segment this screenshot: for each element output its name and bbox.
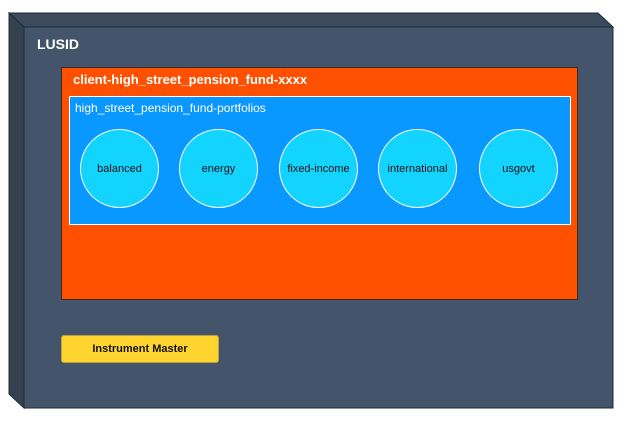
portfolio-international[interactable]: international [378, 129, 457, 208]
portfolio-fixed-income[interactable]: fixed-income [279, 129, 358, 208]
portfolio-scope-container[interactable]: high_street_pension_fund-portfolios bala… [69, 96, 571, 225]
tenant-title: client-high_street_pension_fund-xxxx [73, 72, 308, 87]
portfolio-balanced[interactable]: balanced [80, 129, 159, 208]
tenant-container[interactable]: client-high_street_pension_fund-xxxx hig… [61, 67, 578, 300]
lusid-node-title: LUSID [37, 36, 79, 52]
portfolio-usgovt[interactable]: usgovt [479, 129, 558, 208]
instrument-master-box[interactable]: Instrument Master [61, 335, 219, 363]
portfolio-energy[interactable]: energy [179, 129, 258, 208]
scope-title: high_street_pension_fund-portfolios [75, 101, 266, 115]
